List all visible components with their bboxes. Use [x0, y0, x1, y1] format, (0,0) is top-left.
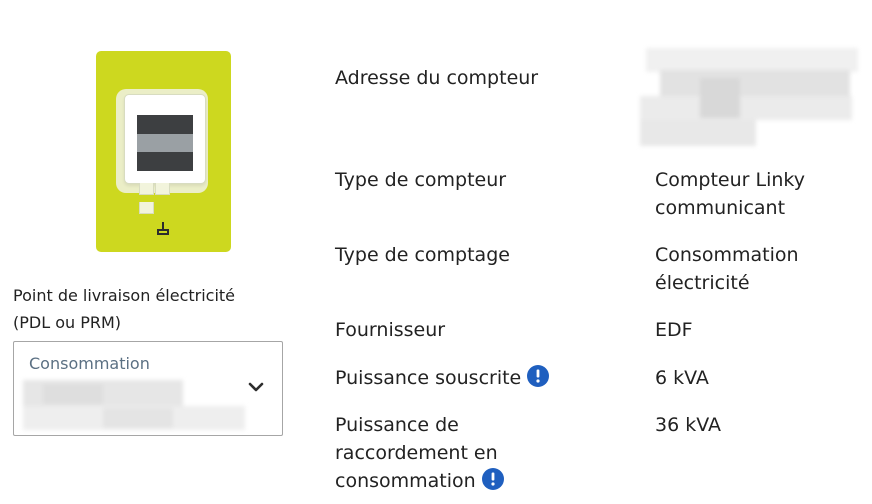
chevron-down-icon[interactable] — [247, 380, 265, 394]
delivery-point-select[interactable]: Consommation — [13, 341, 283, 436]
info-icon[interactable] — [527, 365, 550, 387]
supplier-label: Fournisseur — [335, 319, 446, 341]
meter-illustration — [96, 51, 231, 252]
metering-type-label: Type de comptage — [335, 244, 510, 266]
delivery-point-label-line1: Point de livraison électricité — [13, 286, 236, 305]
supplier-value: EDF — [655, 319, 693, 341]
connection-power-value: 36 kVA — [655, 414, 721, 436]
meter-face — [124, 94, 206, 184]
meter-body — [116, 89, 208, 214]
meter-type-value-line1: Compteur Linky — [655, 169, 805, 191]
metering-type-value-line2: électricité — [655, 272, 750, 294]
connection-power-label-line2: raccordement en — [335, 442, 498, 464]
subscribed-power-value: 6 kVA — [655, 367, 709, 389]
delivery-point-label: Point de livraison électricité (PDL ou P… — [13, 282, 283, 336]
meter-type-value: Compteur Linky communicant — [655, 166, 855, 222]
metering-type-value: Consommation électricité — [655, 241, 855, 297]
connection-power-label-line3-row: consommation — [335, 467, 595, 495]
meter-type-value-line2: communicant — [655, 197, 786, 219]
meter-screen — [137, 115, 193, 171]
connection-power-label-line1: Puissance de — [335, 414, 459, 436]
electric-socket-icon — [157, 222, 169, 235]
meter-address-label: Adresse du compteur — [335, 67, 539, 89]
metering-type-value-line1: Consommation — [655, 244, 799, 266]
connection-power-label-line3: consommation — [335, 470, 476, 492]
meter-type-label: Type de compteur — [335, 169, 507, 191]
delivery-point-label-line2: (PDL ou PRM) — [13, 313, 122, 332]
subscribed-power-label-text: Puissance souscrite — [335, 367, 522, 389]
redacted-address — [640, 48, 860, 148]
meter-base — [139, 180, 185, 214]
info-icon[interactable] — [481, 468, 504, 490]
redacted-id — [23, 380, 245, 432]
select-caption: Consommation — [29, 354, 150, 373]
connection-power-label: Puissance de raccordement en consommatio… — [335, 411, 595, 495]
subscribed-power-label: Puissance souscrite — [335, 364, 595, 392]
